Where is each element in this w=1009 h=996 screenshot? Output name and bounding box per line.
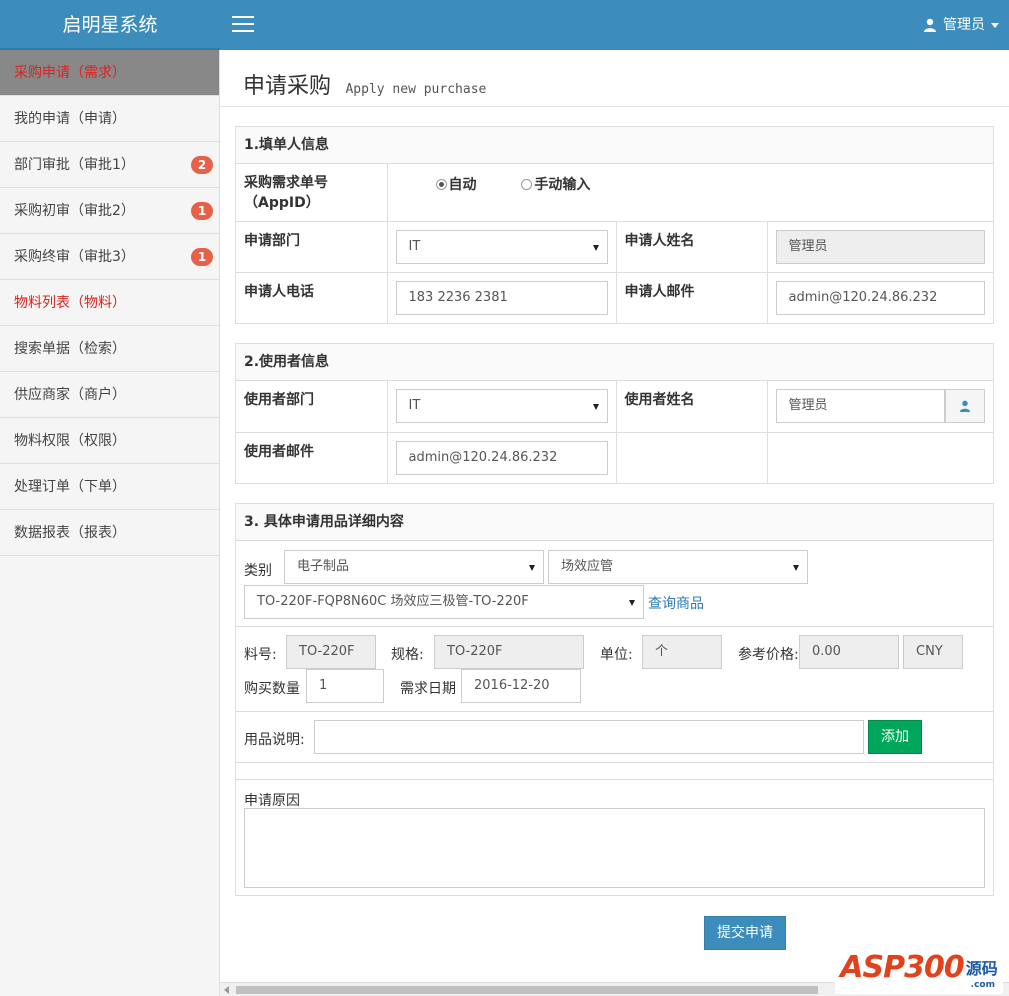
sidebar-item-final-review[interactable]: 采购终审（审批3） 1: [0, 234, 219, 280]
price-label: 参考价格:: [738, 647, 799, 663]
count-badge: 1: [191, 248, 213, 266]
add-button[interactable]: 添加: [868, 720, 922, 754]
user-icon: [924, 18, 936, 32]
user-name-label: 使用者姓名: [624, 392, 695, 408]
page-header: 申请采购 Apply new purchase: [220, 50, 1009, 107]
sidebar-item-initial-review[interactable]: 采购初审（审批2） 1: [0, 188, 219, 234]
sidebar-item-label: 供应商家（商户）: [14, 387, 126, 403]
main-content: 申请采购 Apply new purchase 1.填单人信息 采购需求单号（A…: [220, 50, 1009, 996]
scroll-left-icon[interactable]: [224, 986, 229, 994]
sidebar-item-material-list[interactable]: 物料列表（物料）: [0, 280, 219, 326]
watermark-logo: ASP300 源码 .com: [835, 940, 1003, 994]
sidebar-item-label: 数据报表（报表）: [14, 525, 126, 541]
category-select[interactable]: 电子制品: [284, 550, 544, 584]
applicant-info-panel: 1.填单人信息 采购需求单号（AppID） 自动 手动输入 申请部门 IT 申请…: [235, 126, 994, 324]
user-email-field[interactable]: admin@120.24.86.232: [395, 440, 608, 475]
qty-field[interactable]: 1: [306, 669, 384, 703]
desc-field[interactable]: [314, 720, 864, 754]
sidebar-item-reports[interactable]: 数据报表（报表）: [0, 510, 219, 556]
price-field[interactable]: 0.00: [799, 635, 899, 669]
applicant-dept-select[interactable]: IT: [395, 229, 608, 264]
sidebar-item-purchase-request[interactable]: 采购申请（需求）: [0, 50, 219, 96]
brand-title: 启明星系统: [0, 0, 220, 50]
watermark-domain: .com: [970, 980, 995, 990]
scrollbar-thumb[interactable]: [236, 986, 818, 994]
caret-down-icon: [991, 22, 999, 28]
applicant-dept-label: 申请部门: [244, 232, 300, 249]
sidebar-item-search[interactable]: 搜索单据（检索）: [0, 326, 219, 372]
sidebar-item-label: 采购初审（审批2）: [14, 203, 135, 219]
user-dept-select[interactable]: IT: [395, 389, 608, 423]
applicant-email-field[interactable]: admin@120.24.86.232: [775, 280, 985, 315]
count-badge: 2: [191, 156, 213, 174]
applicant-name-field[interactable]: 管理员: [775, 229, 985, 264]
applicant-phone-field[interactable]: 183 2236 2381: [395, 280, 608, 315]
sidebar-item-label: 我的申请（申请）: [14, 111, 126, 127]
user-info-panel: 2.使用者信息 使用者部门 IT 使用者姓名 管理员 使用者邮件 admin@1…: [235, 343, 994, 484]
pick-user-button[interactable]: [945, 389, 985, 423]
date-label: 需求日期: [400, 681, 456, 697]
spec-field[interactable]: TO-220F: [434, 635, 584, 669]
sidebar-item-my-requests[interactable]: 我的申请（申请）: [0, 96, 219, 142]
user-icon: [959, 400, 971, 412]
date-field[interactable]: 2016-12-20: [461, 669, 581, 703]
unit-label: 单位:: [600, 647, 633, 663]
radio-checked-icon: [435, 179, 447, 190]
query-product-link[interactable]: 查询商品: [648, 593, 704, 613]
radio-auto[interactable]: 自动: [435, 177, 477, 193]
currency-field[interactable]: CNY: [903, 635, 963, 669]
sidebar: 采购申请（需求） 我的申请（申请） 部门审批（审批1） 2 采购初审（审批2） 1 …: [0, 50, 220, 996]
watermark-text: ASP300: [840, 949, 964, 985]
subcategory-select[interactable]: 场效应管: [548, 550, 808, 584]
category-label: 类别: [244, 563, 272, 579]
reason-label: 申请原因: [244, 793, 300, 809]
sidebar-item-label: 采购申请（需求）: [14, 65, 126, 81]
page-title: 申请采购: [243, 74, 332, 99]
sidebar-item-orders[interactable]: 处理订单（下单）: [0, 464, 219, 510]
partno-field[interactable]: TO-220F: [286, 635, 376, 669]
watermark-cn: 源码: [965, 959, 998, 978]
applicant-email-label: 申请人邮件: [624, 283, 695, 300]
qty-label: 购买数量: [244, 681, 300, 697]
user-name: 管理员: [943, 17, 985, 33]
sidebar-item-label: 部门审批（审批1）: [14, 157, 135, 173]
page-subtitle: Apply new purchase: [345, 82, 487, 97]
applicant-phone-label: 申请人电话: [244, 283, 314, 300]
user-dept-label: 使用者部门: [244, 392, 314, 408]
menu-toggle-icon[interactable]: [232, 16, 254, 34]
submit-button[interactable]: 提交申请: [704, 916, 786, 950]
count-badge: 1: [191, 202, 213, 220]
sidebar-item-label: 处理订单（下单）: [14, 479, 126, 495]
top-navbar: 管理员: [220, 0, 1009, 50]
section-heading: 3. 具体申请用品详细内容: [236, 504, 993, 541]
radio-unchecked-icon: [521, 179, 533, 190]
item-details-panel: 3. 具体申请用品详细内容 类别 电子制品 场效应管 TO-220F-FQP8N…: [235, 503, 994, 896]
sidebar-item-permissions[interactable]: 物料权限（权限）: [0, 418, 219, 464]
sidebar-item-label: 采购终审（审批3）: [14, 249, 135, 265]
user-email-label: 使用者邮件: [244, 443, 314, 460]
user-name-field[interactable]: 管理员: [775, 389, 945, 423]
spec-label: 规格:: [391, 647, 424, 663]
applicant-name-label: 申请人姓名: [624, 232, 695, 249]
sidebar-item-label: 物料列表（物料）: [14, 295, 126, 311]
section-heading: 2.使用者信息: [236, 344, 993, 381]
reason-textarea[interactable]: [244, 808, 985, 888]
appid-label: 采购需求单号（AppID）: [244, 175, 328, 211]
product-select[interactable]: TO-220F-FQP8N60C 场效应三极管-TO-220F: [244, 585, 644, 619]
partno-label: 料号:: [244, 647, 277, 663]
sidebar-item-dept-approval[interactable]: 部门审批（审批1） 2: [0, 142, 219, 188]
user-menu[interactable]: 管理员: [923, 0, 999, 50]
radio-manual[interactable]: 手动输入: [521, 177, 590, 193]
sidebar-item-label: 物料权限（权限）: [14, 433, 126, 449]
sidebar-item-suppliers[interactable]: 供应商家（商户）: [0, 372, 219, 418]
sidebar-item-label: 搜索单据（检索）: [14, 341, 126, 357]
desc-label: 用品说明:: [244, 732, 305, 748]
section-heading: 1.填单人信息: [236, 127, 993, 164]
unit-field[interactable]: 个: [642, 635, 722, 669]
